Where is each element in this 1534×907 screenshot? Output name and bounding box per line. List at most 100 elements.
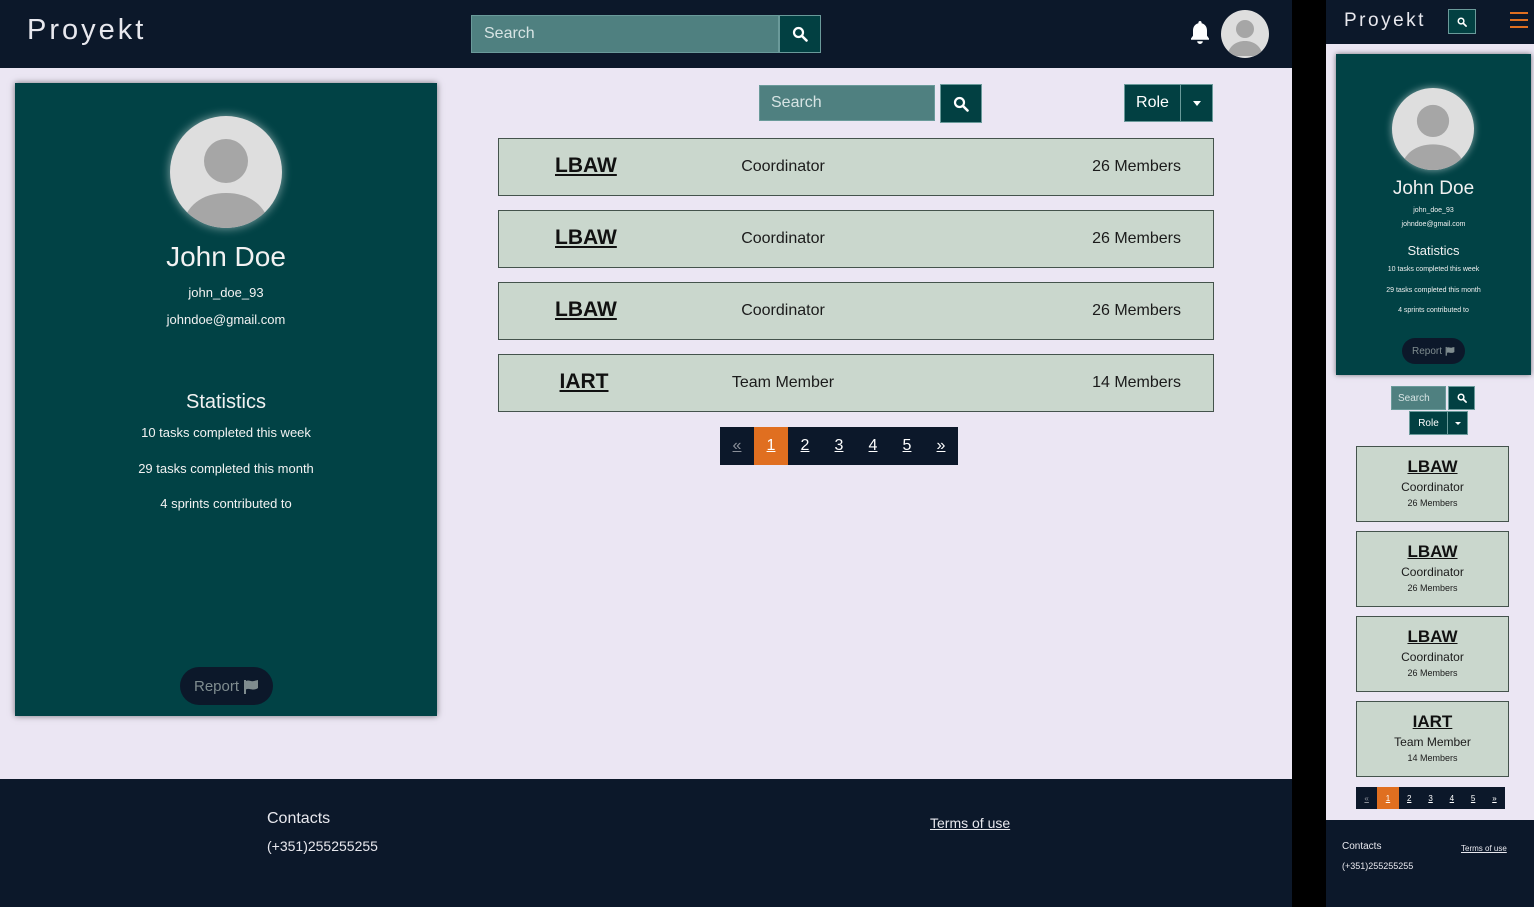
navbar-search-input[interactable]	[471, 15, 779, 53]
pagination: « 1 2 3 4 5 »	[720, 427, 958, 465]
role-toggle[interactable]	[1447, 412, 1467, 434]
project-row[interactable]: LBAW Coordinator 26 Members	[498, 210, 1214, 268]
role-button[interactable]: Role	[1125, 85, 1180, 121]
project-name-link[interactable]: IART	[555, 370, 613, 394]
project-members: 26 Members	[1092, 230, 1181, 247]
search-icon	[1457, 393, 1467, 403]
terms-of-use-link[interactable]: Terms of use	[930, 815, 1010, 831]
project-search-input[interactable]	[759, 85, 935, 121]
project-search-input[interactable]	[1391, 386, 1446, 410]
project-name-link[interactable]: LBAW	[555, 298, 617, 322]
project-row[interactable]: LBAW Coordinator 26 Members	[498, 282, 1214, 340]
mobile-navbar: Proyekt	[1326, 0, 1534, 44]
role-toggle[interactable]	[1180, 85, 1212, 121]
report-button[interactable]: Report	[180, 667, 273, 705]
project-role: Coordinator	[1401, 650, 1464, 664]
project-search-button[interactable]	[940, 84, 982, 123]
profile-name: John Doe	[166, 241, 286, 272]
project-name-link[interactable]: IART	[1357, 712, 1508, 732]
project-row[interactable]: LBAW Coordinator 26 Members	[498, 138, 1214, 196]
bell-icon[interactable]	[1186, 18, 1214, 46]
project-row[interactable]: IART Team Member 14 Members	[498, 354, 1214, 412]
pagination-prev[interactable]: «	[720, 427, 754, 465]
report-button[interactable]: Report	[1402, 338, 1465, 364]
brand-logo[interactable]: Proyekt	[1344, 10, 1426, 32]
chevron-down-icon	[1454, 421, 1461, 425]
search-icon	[953, 96, 969, 112]
terms-of-use-link[interactable]: Terms of use	[1461, 844, 1507, 853]
project-card[interactable]: LBAW Coordinator 26 Members	[1356, 531, 1509, 607]
profile-name: John Doe	[1392, 178, 1475, 199]
footer-contacts-title: Contacts	[267, 810, 331, 827]
role-dropdown: Role	[1124, 84, 1213, 122]
profile-username: john_doe_93	[1413, 207, 1454, 214]
project-members: 26 Members	[1092, 302, 1181, 319]
pagination-page-4[interactable]: 4	[1441, 787, 1462, 809]
avatar-icon	[182, 139, 270, 228]
profile-avatar	[1392, 88, 1474, 170]
footer-contacts-title: Contacts	[1342, 841, 1382, 852]
project-role: Team Member	[731, 374, 835, 391]
role-dropdown: Role	[1409, 411, 1468, 435]
pagination-page-1[interactable]: 1	[754, 427, 788, 465]
project-name-link[interactable]: LBAW	[1357, 627, 1508, 647]
flag-icon	[1445, 346, 1455, 356]
project-name-link[interactable]: LBAW	[555, 154, 617, 178]
project-members: 26 Members	[1092, 158, 1181, 175]
role-button[interactable]: Role	[1410, 412, 1447, 434]
search-icon	[792, 26, 808, 42]
project-role: Coordinator	[1401, 565, 1464, 579]
pagination-page-3[interactable]: 3	[822, 427, 856, 465]
project-role: Coordinator	[1401, 480, 1464, 494]
stat-item: 29 tasks completed this month	[138, 461, 314, 476]
pagination-prev[interactable]: «	[1356, 787, 1377, 809]
statistics-title: Statistics	[1407, 243, 1460, 258]
chevron-down-icon	[1192, 100, 1201, 106]
project-card[interactable]: LBAW Coordinator 26 Members	[1356, 446, 1509, 522]
profile-avatar	[170, 116, 282, 228]
profile-card: John Doe john_doe_93 johndoe@gmail.com S…	[1336, 54, 1531, 375]
pagination-next[interactable]: »	[1484, 787, 1505, 809]
statistics-title: Statistics	[185, 391, 267, 413]
user-avatar[interactable]	[1221, 10, 1269, 58]
project-members: 14 Members	[1092, 374, 1181, 391]
pagination: « 1 2 3 4 5 »	[1356, 787, 1506, 809]
navbar-search-button[interactable]	[779, 15, 821, 53]
mobile-view: Proyekt John Doe john_doe_93 johndoe@gma…	[1326, 0, 1534, 907]
pagination-page-1[interactable]: 1	[1377, 787, 1399, 809]
project-members: 26 Members	[1407, 498, 1458, 508]
stat-item: 10 tasks completed this week	[141, 425, 311, 440]
stat-item: 10 tasks completed this week	[1387, 266, 1480, 273]
footer-phone: (+351)255255255	[1342, 861, 1414, 871]
project-role: Coordinator	[741, 230, 825, 247]
hamburger-icon[interactable]	[1510, 12, 1528, 28]
profile-email: johndoe@gmail.com	[1401, 221, 1466, 228]
pagination-page-5[interactable]: 5	[890, 427, 924, 465]
profile-card: John Doe john_doe_93 johndoe@gmail.com S…	[15, 83, 437, 716]
project-name-link[interactable]: LBAW	[1357, 457, 1508, 477]
brand-logo[interactable]: Proyekt	[27, 14, 146, 47]
project-role: Coordinator	[741, 302, 825, 319]
pagination-page-4[interactable]: 4	[856, 427, 890, 465]
avatar-icon	[1227, 20, 1263, 56]
project-card[interactable]: IART Team Member 14 Members	[1356, 701, 1509, 777]
pagination-page-5[interactable]: 5	[1462, 787, 1483, 809]
project-card[interactable]: LBAW Coordinator 26 Members	[1356, 616, 1509, 692]
stat-item: 4 sprints contributed to	[160, 496, 292, 511]
pagination-next[interactable]: »	[924, 427, 958, 465]
project-search-button[interactable]	[1448, 386, 1475, 410]
pagination-page-2[interactable]: 2	[788, 427, 822, 465]
project-role: Coordinator	[741, 158, 825, 175]
stat-item: 29 tasks completed this month	[1386, 287, 1481, 294]
desktop-view: Proyekt John Doe john_doe_93 johndoe@gma…	[0, 0, 1292, 907]
pagination-page-2[interactable]: 2	[1399, 787, 1420, 809]
project-role: Team Member	[1394, 735, 1471, 749]
pagination-page-3[interactable]: 3	[1420, 787, 1441, 809]
project-members: 14 Members	[1407, 753, 1458, 763]
stat-item: 4 sprints contributed to	[1398, 307, 1469, 314]
mobile-navbar-search-button[interactable]	[1448, 9, 1476, 34]
report-label: Report	[193, 677, 240, 695]
project-name-link[interactable]: LBAW	[1357, 542, 1508, 562]
profile-username: john_doe_93	[188, 285, 264, 300]
project-name-link[interactable]: LBAW	[555, 226, 617, 250]
